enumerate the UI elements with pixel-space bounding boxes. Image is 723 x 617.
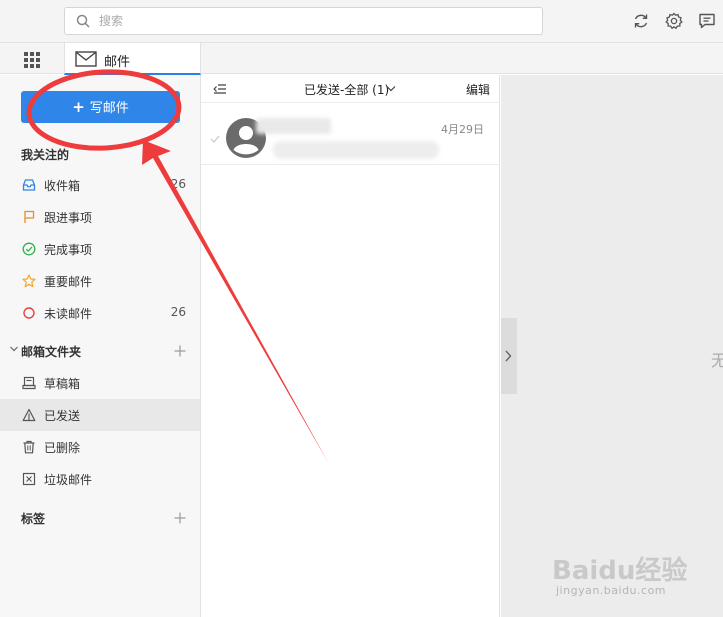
folders-header[interactable]: 邮箱文件夹: [0, 338, 200, 364]
mail-date: 4月29日: [441, 123, 484, 136]
list-header: 已发送-全部 (1) 编辑: [201, 75, 500, 103]
list-item[interactable]: 4月29日: [201, 105, 500, 165]
spam-icon: [22, 472, 36, 486]
watermark-url: jingyan.baidu.com: [556, 584, 667, 597]
trash-icon: [23, 440, 35, 454]
chevron-right-icon: [505, 350, 512, 362]
unread-count: 26: [170, 177, 186, 191]
mail-list-panel: 已发送-全部 (1) 编辑 4月29日: [201, 75, 500, 617]
sidebar-item-label: 收件箱: [44, 179, 81, 193]
chat-icon[interactable]: [697, 11, 717, 31]
collapse-sidebar-icon[interactable]: [213, 83, 227, 95]
star-icon: [22, 274, 36, 288]
refresh-icon[interactable]: [631, 11, 651, 31]
plus-icon: +: [72, 98, 85, 116]
blurred-sender: [256, 118, 331, 134]
top-toolbar: [631, 11, 717, 31]
flag-icon: [24, 210, 35, 223]
sidebar-item-completed[interactable]: 完成事项: [0, 233, 200, 265]
sidebar-item-label: 重要邮件: [44, 275, 93, 289]
blurred-subject: [273, 141, 439, 159]
sidebar-item-sent[interactable]: 已发送: [0, 399, 200, 431]
sidebar-item-drafts[interactable]: 草稿箱: [0, 367, 200, 399]
folders-title: 邮箱文件夹: [21, 345, 82, 359]
apps-grid-icon[interactable]: [23, 51, 41, 69]
sidebar-item-label: 已删除: [44, 441, 81, 455]
watermark-logo: Baidu经验: [552, 556, 688, 586]
sidebar-item-label: 未读邮件: [44, 307, 93, 321]
sidebar-item-unread[interactable]: 未读邮件 26: [0, 297, 200, 329]
tags-header[interactable]: 标签: [0, 505, 200, 531]
empty-state-text: 无: [711, 351, 723, 370]
add-tag-icon[interactable]: [174, 512, 186, 524]
sidebar-item-inbox[interactable]: 收件箱 26: [0, 169, 200, 201]
compose-button[interactable]: + 写邮件: [21, 91, 180, 123]
search-icon: [76, 14, 90, 28]
expand-pane-handle[interactable]: [501, 318, 517, 394]
sidebar-item-label: 完成事项: [44, 243, 93, 257]
sidebar-item-label: 已发送: [44, 409, 81, 423]
check-circle-icon: [22, 242, 36, 256]
check-icon[interactable]: [210, 135, 220, 143]
tab-row: 邮件: [0, 43, 723, 75]
sidebar-item-spam[interactable]: 垃圾邮件: [0, 463, 200, 495]
sidebar-item-label: 草稿箱: [44, 377, 81, 391]
unread-circle-icon: [23, 307, 35, 319]
top-bar: [0, 0, 723, 43]
search-input[interactable]: [99, 12, 519, 30]
unread-count: 26: [170, 305, 186, 319]
tab-mail[interactable]: 邮件: [64, 43, 201, 75]
sidebar-item-follow-up[interactable]: 跟进事项: [0, 201, 200, 233]
sidebar-item-deleted[interactable]: 已删除: [0, 431, 200, 463]
chevron-down-icon: [10, 346, 18, 352]
folder-filter-label[interactable]: 已发送-全部 (1): [304, 81, 389, 98]
sidebar-item-important[interactable]: 重要邮件: [0, 265, 200, 297]
chevron-down-icon[interactable]: [386, 85, 396, 93]
draft-icon: [22, 376, 36, 390]
sidebar: + 写邮件 我关注的 收件箱 26 跟进事项 完成事项 重要邮件 未读邮件 26: [0, 75, 201, 617]
sidebar-item-label: 跟进事项: [44, 211, 93, 225]
reading-pane: 无: [501, 75, 723, 617]
sidebar-item-label: 垃圾邮件: [44, 473, 93, 487]
inbox-icon: [22, 179, 36, 191]
add-folder-icon[interactable]: [174, 345, 186, 357]
compose-label: 写邮件: [89, 101, 129, 116]
mail-icon: [75, 51, 97, 67]
sent-icon: [22, 408, 36, 422]
edit-button[interactable]: 编辑: [466, 81, 490, 98]
search-box[interactable]: [64, 7, 543, 35]
tags-title: 标签: [21, 512, 46, 526]
settings-icon[interactable]: [664, 11, 684, 31]
tab-mail-label: 邮件: [104, 55, 131, 70]
favorites-title: 我关注的: [21, 148, 70, 162]
